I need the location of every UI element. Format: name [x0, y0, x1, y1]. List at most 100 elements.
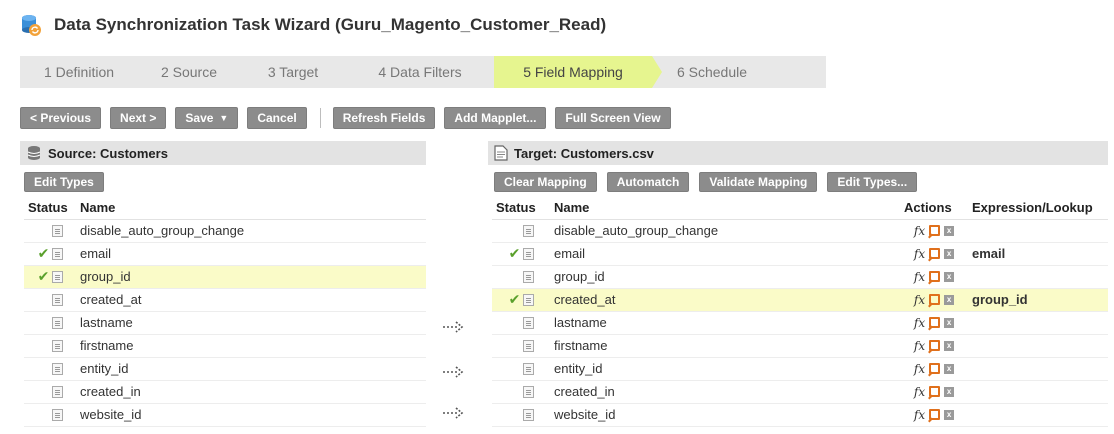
expression-value[interactable] — [968, 403, 1108, 427]
source-field-row[interactable]: ✔ email — [24, 242, 426, 266]
target-panel-title: Target: Customers.csv — [514, 145, 654, 161]
clear-icon[interactable]: x — [944, 248, 955, 259]
automatch-button[interactable]: Automatch — [606, 172, 690, 192]
target-field-name[interactable]: firstname — [550, 334, 900, 358]
step-schedule[interactable]: 6 Schedule — [652, 56, 772, 88]
cancel-button[interactable]: Cancel — [247, 107, 307, 129]
status-indicator: ✔ — [28, 335, 72, 357]
source-field-name[interactable]: created_in — [76, 380, 426, 404]
step-data-filters[interactable]: 4 Data Filters — [346, 56, 494, 88]
fx-icon[interactable]: fx — [914, 316, 925, 330]
clear-icon[interactable]: x — [944, 225, 955, 236]
previous-button[interactable]: < Previous — [20, 107, 102, 129]
target-field-name[interactable]: website_id — [550, 403, 900, 427]
target-field-name[interactable]: lastname — [550, 311, 900, 335]
expression-value[interactable] — [968, 380, 1108, 404]
actions-cell: fx x — [900, 334, 968, 358]
source-field-row[interactable]: ✔disable_auto_group_change — [24, 219, 426, 243]
source-field-name[interactable]: firstname — [76, 334, 426, 358]
clear-mapping-button[interactable]: Clear Mapping — [494, 172, 597, 192]
expression-value[interactable] — [968, 334, 1108, 358]
source-field-name[interactable]: entity_id — [76, 357, 426, 381]
step-source[interactable]: 2 Source — [138, 56, 240, 88]
target-field-name[interactable]: entity_id — [550, 357, 900, 381]
source-field-row[interactable]: ✔created_at — [24, 288, 426, 312]
expression-value[interactable] — [968, 357, 1108, 381]
source-field-row[interactable]: ✔created_in — [24, 380, 426, 404]
lookup-icon[interactable] — [929, 294, 941, 305]
target-field-name[interactable]: created_at — [550, 288, 900, 312]
lookup-icon[interactable] — [929, 225, 941, 236]
fx-icon[interactable]: fx — [914, 270, 925, 284]
fx-icon[interactable]: fx — [914, 385, 925, 399]
target-edit-types-button[interactable]: Edit Types... — [827, 172, 918, 192]
source-field-name[interactable]: group_id — [76, 265, 426, 289]
source-field-name[interactable]: created_at — [76, 288, 426, 312]
lookup-icon[interactable] — [929, 386, 941, 397]
target-field-row[interactable]: ✔ created_at fx x group_id — [492, 288, 1108, 312]
clear-icon[interactable]: x — [944, 363, 955, 374]
validate-mapping-button[interactable]: Validate Mapping — [699, 172, 818, 192]
expression-value[interactable] — [968, 265, 1108, 289]
lookup-icon[interactable] — [929, 271, 941, 282]
target-field-row[interactable]: ✔entity_id fx x — [492, 357, 1108, 381]
full-screen-view-button[interactable]: Full Screen View — [555, 107, 671, 129]
clear-icon[interactable]: x — [944, 294, 955, 305]
lookup-icon[interactable] — [929, 340, 941, 351]
source-field-name[interactable]: website_id — [76, 403, 426, 427]
source-field-row[interactable]: ✔lastname — [24, 311, 426, 335]
field-icon — [522, 293, 534, 306]
field-icon — [51, 362, 63, 375]
source-field-name[interactable]: lastname — [76, 311, 426, 335]
target-field-row[interactable]: ✔firstname fx x — [492, 334, 1108, 358]
status-cell: ✔ — [24, 334, 76, 358]
target-table-header: Status Name Actions Expression/Lookup — [492, 197, 1108, 220]
target-field-row[interactable]: ✔website_id fx x — [492, 403, 1108, 427]
lookup-icon[interactable] — [929, 363, 941, 374]
target-field-row[interactable]: ✔group_id fx x — [492, 265, 1108, 289]
target-field-row[interactable]: ✔disable_auto_group_change fx x — [492, 219, 1108, 243]
clear-icon[interactable]: x — [944, 271, 955, 282]
clear-icon[interactable]: x — [944, 317, 955, 328]
clear-icon[interactable]: x — [944, 409, 955, 420]
actions-cell: fx x — [900, 219, 968, 243]
target-field-row[interactable]: ✔ email fx x email — [492, 242, 1108, 266]
fx-icon[interactable]: fx — [914, 293, 925, 307]
clear-icon[interactable]: x — [944, 340, 955, 351]
fx-icon[interactable]: fx — [914, 247, 925, 261]
lookup-icon[interactable] — [929, 248, 941, 259]
fx-icon[interactable]: fx — [914, 408, 925, 422]
status-cell: ✔ — [24, 242, 76, 266]
next-button[interactable]: Next > — [110, 107, 167, 129]
lookup-icon[interactable] — [929, 317, 941, 328]
expression-value[interactable]: email — [968, 242, 1108, 266]
step-target[interactable]: 3 Target — [240, 56, 346, 88]
expression-value[interactable] — [968, 311, 1108, 335]
source-field-row[interactable]: ✔ group_id — [24, 265, 426, 289]
refresh-fields-button[interactable]: Refresh Fields — [332, 107, 436, 129]
expression-value[interactable] — [968, 219, 1108, 243]
source-edit-types-button[interactable]: Edit Types — [24, 172, 104, 192]
lookup-icon[interactable] — [929, 409, 941, 420]
target-field-row[interactable]: ✔created_in fx x — [492, 380, 1108, 404]
target-field-name[interactable]: disable_auto_group_change — [550, 219, 900, 243]
target-field-name[interactable]: created_in — [550, 380, 900, 404]
source-field-name[interactable]: disable_auto_group_change — [76, 219, 426, 243]
source-field-row[interactable]: ✔firstname — [24, 334, 426, 358]
step-field-mapping[interactable]: 5 Field Mapping — [494, 56, 662, 88]
fx-icon[interactable]: fx — [914, 362, 925, 376]
data-sync-icon — [22, 15, 41, 36]
clear-icon[interactable]: x — [944, 386, 955, 397]
source-field-row[interactable]: ✔entity_id — [24, 357, 426, 381]
target-field-name[interactable]: email — [550, 242, 900, 266]
expression-value[interactable]: group_id — [968, 288, 1108, 312]
step-definition[interactable]: 1 Definition — [20, 56, 138, 88]
target-field-row[interactable]: ✔lastname fx x — [492, 311, 1108, 335]
save-button[interactable]: Save ▼ — [175, 107, 239, 129]
fx-icon[interactable]: fx — [914, 339, 925, 353]
source-field-row[interactable]: ✔website_id — [24, 403, 426, 427]
target-field-name[interactable]: group_id — [550, 265, 900, 289]
source-field-name[interactable]: email — [76, 242, 426, 266]
add-mapplet-button[interactable]: Add Mapplet... — [444, 107, 547, 129]
fx-icon[interactable]: fx — [914, 224, 925, 238]
